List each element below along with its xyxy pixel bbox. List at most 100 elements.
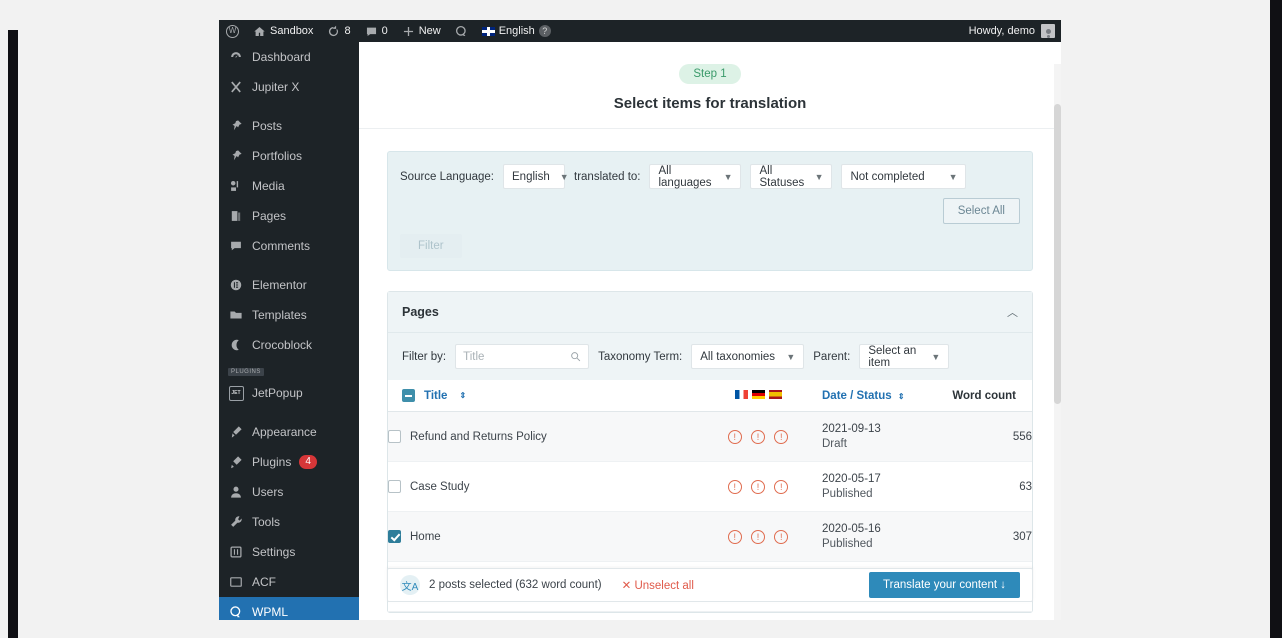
statuses-select[interactable]: All Statuses ▼ [750,164,833,189]
row-checkbox[interactable] [388,480,401,493]
adminbar-wpml[interactable] [448,20,475,42]
row-checkbox[interactable] [388,430,401,443]
sidebar-label: Settings [252,545,296,559]
source-filter-panel: Source Language: English ▼ translated to… [387,151,1033,271]
needs-translation-icon[interactable]: ! [727,479,742,494]
select-all-button[interactable]: Select All [942,198,1020,224]
needs-translation-icon[interactable]: ! [751,529,766,544]
wrench-icon [228,514,244,530]
row-title-cell: Case Study [388,461,695,512]
row-word-count: 63 [942,461,1032,512]
updates-count: 8 [344,25,351,37]
sidebar-item-appearance[interactable]: Appearance [219,417,359,447]
adminbar-site-name[interactable]: Sandbox [246,20,320,42]
parent-select[interactable]: Select an item ▼ [859,344,950,369]
sidebar-item-crocoblock[interactable]: Crocoblock [219,330,359,360]
translate-your-content-button[interactable]: Translate your content ↓ [869,572,1020,598]
flag-fr-icon [734,389,748,399]
row-status: Published [822,538,873,550]
sidebar-item-jetpopup[interactable]: JET JetPopup [219,378,359,408]
taxonomy-term-label: Taxonomy Term: [598,350,683,363]
target-languages-select[interactable]: All languages ▼ [649,164,742,189]
sidebar-item-settings[interactable]: Settings [219,537,359,567]
source-language-value: English [512,170,550,183]
sidebar-item-templates[interactable]: Templates [219,300,359,330]
media-icon [228,178,244,194]
sidebar-label: Posts [252,119,283,133]
wpml-icon [228,604,244,620]
title-search-input[interactable]: Title [455,344,590,369]
needs-translation-icon[interactable]: ! [751,479,766,494]
adminbar-wp-logo[interactable]: W [219,20,246,42]
adminbar-account[interactable]: Howdy, demo [969,24,1061,38]
sidebar-item-users[interactable]: Users [219,477,359,507]
completion-select[interactable]: Not completed ▼ [841,164,967,189]
sidebar-label: WPML [252,605,288,619]
adminbar-new[interactable]: New [395,20,448,42]
chevron-down-icon: ▼ [931,351,941,362]
target-languages-value: All languages [658,164,712,189]
select-all-checkbox[interactable] [402,389,415,402]
needs-translation-icon[interactable]: ! [774,529,789,544]
filter-button[interactable]: Filter [400,234,462,258]
needs-translation-icon[interactable]: ! [774,429,789,444]
needs-translation-icon[interactable]: ! [751,429,766,444]
flag-es-icon [768,389,782,399]
row-translation-status: ! ! ! [694,461,822,512]
row-status: Published [822,488,873,500]
chevron-up-icon[interactable]: ︿ [1007,304,1018,320]
pages-card-filters: Filter by: Title Taxonomy Term: All taxo… [388,332,1032,380]
needs-translation-icon[interactable]: ! [727,529,742,544]
sidebar-item-pages[interactable]: Pages [219,201,359,231]
row-checkbox[interactable] [388,530,401,543]
row-title: Case Study [410,480,470,493]
title-search-placeholder: Title [463,350,485,363]
content-scrollbar-thumb[interactable] [1054,104,1061,404]
selection-action-bar: 文A 2 posts selected (632 word count) ✕ U… [387,568,1033,602]
chevron-down-icon: ▼ [786,351,796,362]
help-icon[interactable]: ? [538,25,551,37]
sidebar-item-media[interactable]: Media [219,171,359,201]
col-date-status[interactable]: Date / Status ⇕ [822,380,942,412]
content-scrollbar-track[interactable] [1054,64,1061,620]
howdy-label: Howdy, demo [968,25,1035,37]
table-row[interactable]: Refund and Returns Policy ! ! ! 2021-09-… [388,411,1032,462]
table-row[interactable]: Case Study ! ! ! 2020-05-17 Published 63 [388,461,1032,512]
sidebar-label: Tools [252,515,281,529]
table-row[interactable]: Home ! ! ! 2020-05-16 Published 307 [388,511,1032,562]
needs-translation-icon[interactable]: ! [727,429,742,444]
col-date-label: Date / Status [822,389,892,402]
user-icon [228,484,244,500]
pages-card-header[interactable]: Pages ︿ [388,292,1032,332]
sidebar-item-portfolios[interactable]: Portfolios [219,141,359,171]
sort-icon[interactable]: ⇕ [459,391,466,400]
sidebar-label: JetPopup [252,386,303,400]
sort-icon[interactable]: ⇕ [898,392,905,401]
unselect-all-link[interactable]: ✕ Unselect all [622,578,694,592]
sidebar-item-comments[interactable]: Comments [219,231,359,261]
sidebar-item-jupiter-x[interactable]: Jupiter X [219,72,359,102]
adminbar-updates[interactable]: 8 [320,20,357,42]
sidebar-item-elementor[interactable]: Elementor [219,270,359,300]
taxonomy-select[interactable]: All taxonomies ▼ [691,344,805,369]
chevron-down-icon: ▼ [814,171,824,182]
col-word-count: Word count [942,380,1032,412]
sidebar-item-tools[interactable]: Tools [219,507,359,537]
col-title[interactable]: Title ⇕ [388,380,695,412]
source-language-select[interactable]: English ▼ [503,164,569,189]
row-date-status: 2020-05-17 Published [822,461,942,512]
sidebar-item-acf[interactable]: ACF [219,567,359,597]
sidebar-item-wpml[interactable]: WPML [219,597,367,620]
wordpress-logo-icon: W [226,24,239,38]
needs-translation-icon[interactable]: ! [774,479,789,494]
sidebar-item-dashboard[interactable]: Dashboard [219,42,359,72]
sidebar-item-posts[interactable]: Posts [219,111,359,141]
adminbar-language[interactable]: English ? [475,20,558,42]
sidebar-label: Dashboard [252,50,311,64]
row-translation-status: ! ! ! [694,511,822,562]
table-header-row: Title ⇕ Date / Status ⇕ Word count [388,380,1032,412]
sidebar-item-plugins[interactable]: Plugins 4 [219,447,359,477]
parent-label: Parent: [813,350,851,363]
adminbar-comments[interactable]: 0 [358,20,395,42]
wp-admin-bar: W Sandbox 8 0 New English ? Howdy, demo [219,20,1061,42]
